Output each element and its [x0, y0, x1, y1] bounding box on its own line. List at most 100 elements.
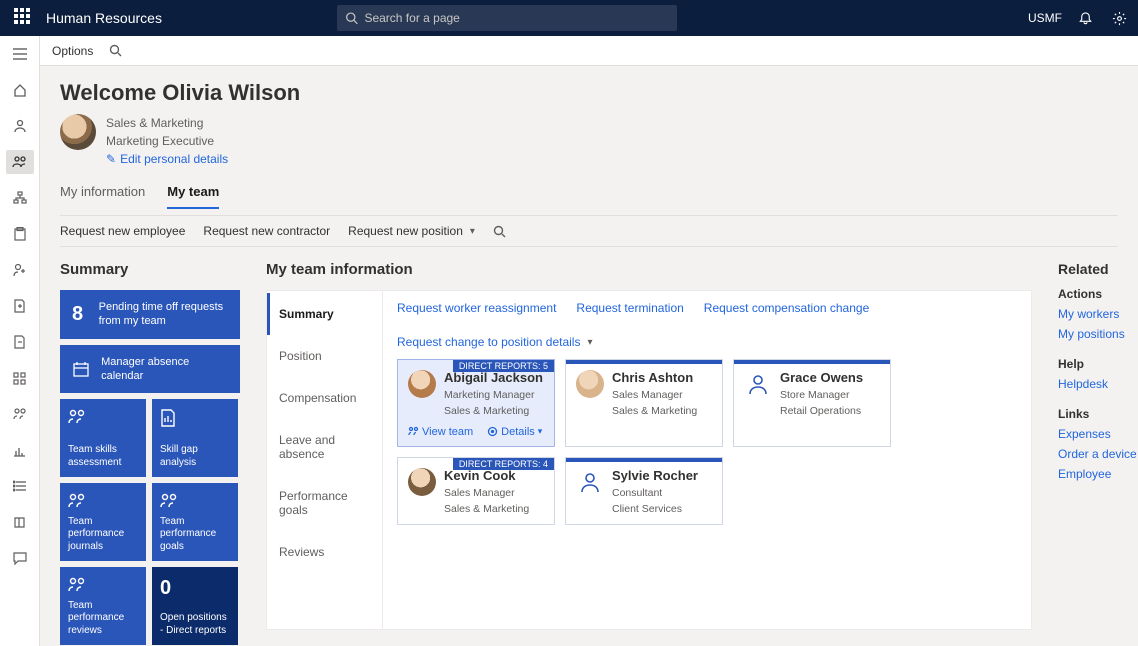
card-accent-bar	[566, 458, 722, 462]
member-name: Grace Owens	[780, 370, 863, 386]
links-heading: Links	[1058, 407, 1118, 421]
tab-my-information[interactable]: My information	[60, 178, 145, 209]
pending-count: 8	[72, 303, 87, 326]
team-skills-tile[interactable]: Team skills assessment	[60, 399, 146, 477]
doc-in-icon[interactable]	[6, 294, 34, 318]
clipboard-icon[interactable]	[6, 222, 34, 246]
actionbar-search-icon[interactable]	[493, 225, 506, 238]
helpdesk-link[interactable]: Helpdesk	[1058, 377, 1118, 391]
my-positions-link[interactable]: My positions	[1058, 327, 1118, 341]
help-heading: Help	[1058, 357, 1118, 371]
avatar	[408, 370, 436, 398]
open-positions-tile[interactable]: 0 Open positions - Direct reports	[152, 567, 238, 645]
related-heading: Related	[1058, 261, 1118, 277]
subnav-performance-goals[interactable]: Performance goals	[267, 475, 382, 531]
team-info-heading: My team information	[266, 261, 1032, 278]
request-comp-change-link[interactable]: Request compensation change	[704, 301, 869, 315]
member-dept: Client Services	[612, 502, 698, 516]
list-icon[interactable]	[6, 474, 34, 498]
order-device-link[interactable]: Order a device	[1058, 447, 1118, 461]
member-name: Kevin Cook	[444, 468, 529, 484]
card-accent-bar	[734, 360, 890, 364]
app-launcher-icon[interactable]	[14, 8, 34, 28]
persona-role: Marketing Executive	[106, 132, 228, 150]
org-icon[interactable]	[6, 186, 34, 210]
request-new-employee[interactable]: Request new employee	[60, 224, 185, 238]
home-icon[interactable]	[6, 78, 34, 102]
member-role: Consultant	[612, 486, 698, 500]
request-new-position[interactable]: Request new position	[348, 224, 475, 238]
member-role: Sales Manager	[444, 486, 529, 500]
request-new-contractor[interactable]: Request new contractor	[203, 224, 330, 238]
details-link[interactable]: Details ▾	[487, 426, 542, 438]
avatar	[60, 114, 96, 150]
edit-personal-details-link[interactable]: ✎Edit personal details	[106, 152, 228, 166]
member-name: Abigail Jackson	[444, 370, 543, 386]
member-dept: Sales & Marketing	[612, 404, 697, 418]
persona-dept: Sales & Marketing	[106, 114, 228, 132]
expenses-link[interactable]: Expenses	[1058, 427, 1118, 441]
pending-label: Pending time off requests from my team	[99, 300, 228, 329]
subnav-compensation[interactable]: Compensation	[267, 377, 382, 419]
subnav-summary[interactable]: Summary	[267, 293, 382, 335]
command-bar: Options	[40, 36, 1138, 66]
global-search[interactable]	[337, 5, 677, 31]
options-menu[interactable]: Options	[52, 44, 93, 58]
perf-goals-tile[interactable]: Team performance goals	[152, 483, 238, 561]
person-icon	[744, 370, 772, 398]
chevron-down-icon: ▾	[538, 426, 543, 437]
member-role: Sales Manager	[612, 388, 697, 402]
grid-icon[interactable]	[6, 366, 34, 390]
page-title: Welcome Olivia Wilson	[60, 80, 1118, 106]
nav-rail	[0, 36, 40, 646]
hamburger-icon[interactable]	[6, 42, 34, 66]
person-add-icon[interactable]	[6, 258, 34, 282]
team-member-card[interactable]: DIRECT REPORTS: 5Abigail Jackson Marketin…	[397, 359, 555, 447]
card-accent-bar	[566, 360, 722, 364]
search-icon	[345, 11, 358, 25]
team-member-card[interactable]: DIRECT REPORTS: 4Kevin CookSales Manager…	[397, 457, 555, 525]
pending-timeoff-tile[interactable]: 8 Pending time off requests from my team	[60, 290, 240, 339]
subnav-leave[interactable]: Leave and absence	[267, 419, 382, 475]
subnav-reviews[interactable]: Reviews	[267, 531, 382, 573]
team-member-card[interactable]: Chris AshtonSales ManagerSales & Marketi…	[565, 359, 723, 447]
calendar-icon	[72, 360, 89, 378]
people-icon[interactable]	[6, 150, 34, 174]
tab-my-team[interactable]: My team	[167, 178, 219, 209]
book-icon[interactable]	[6, 510, 34, 534]
company-picker[interactable]: USMF	[1028, 11, 1062, 25]
perf-journals-tile[interactable]: Team performance journals	[60, 483, 146, 561]
document-icon	[160, 409, 230, 429]
cmdbar-search-icon[interactable]	[109, 44, 122, 57]
direct-reports-badge: DIRECT REPORTS: 5	[453, 360, 554, 372]
request-position-details-link[interactable]: Request change to position details	[397, 335, 593, 349]
team-member-card[interactable]: Grace Owens Store Manager Retail Operation…	[733, 359, 891, 447]
team-member-card[interactable]: Sylvie Rocher Consultant Client Services	[565, 457, 723, 525]
member-role: Store Manager	[780, 388, 863, 402]
persona-block: Sales & Marketing Marketing Executive ✎E…	[60, 114, 1118, 168]
member-dept: Retail Operations	[780, 404, 863, 418]
doc-out-icon[interactable]	[6, 330, 34, 354]
chart-icon[interactable]	[6, 438, 34, 462]
search-input[interactable]	[364, 11, 669, 25]
member-role: Marketing Manager	[444, 388, 543, 402]
people-icon	[68, 577, 138, 597]
member-name: Sylvie Rocher	[612, 468, 698, 484]
perf-reviews-tile[interactable]: Team performance reviews	[60, 567, 146, 645]
subnav-position[interactable]: Position	[267, 335, 382, 377]
absence-calendar-tile[interactable]: Manager absence calendar	[60, 345, 240, 394]
request-reassignment-link[interactable]: Request worker reassignment	[397, 301, 556, 315]
my-workers-link[interactable]: My workers	[1058, 307, 1118, 321]
view-team-link[interactable]: View team	[408, 426, 473, 438]
settings-icon[interactable]	[1110, 8, 1130, 28]
notifications-icon[interactable]	[1076, 8, 1096, 28]
employee-link[interactable]: Employee	[1058, 467, 1118, 481]
calendar-label: Manager absence calendar	[101, 355, 228, 384]
chat-icon[interactable]	[6, 546, 34, 570]
request-termination-link[interactable]: Request termination	[576, 301, 683, 315]
skill-gap-tile[interactable]: Skill gap analysis	[152, 399, 238, 477]
person-icon[interactable]	[6, 114, 34, 138]
people-small-icon[interactable]	[6, 402, 34, 426]
summary-heading: Summary	[60, 261, 240, 278]
action-bar: Request new employee Request new contrac…	[60, 215, 1118, 247]
